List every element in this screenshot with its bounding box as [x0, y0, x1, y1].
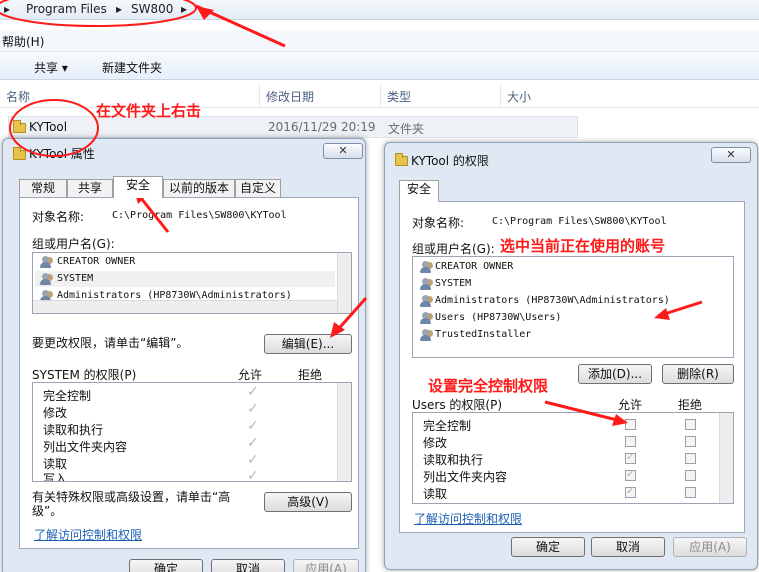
- tab-security[interactable]: 安全: [113, 176, 163, 198]
- tab-security[interactable]: 安全: [399, 180, 439, 202]
- arrow-head-4: [654, 308, 670, 320]
- arrow-line-5: [544, 400, 626, 424]
- annotation-strokes: [0, 0, 703, 426]
- arrow-head-5: [612, 414, 628, 426]
- circle-breadcrumb: [0, 0, 197, 27]
- circle-kytool: [9, 99, 99, 157]
